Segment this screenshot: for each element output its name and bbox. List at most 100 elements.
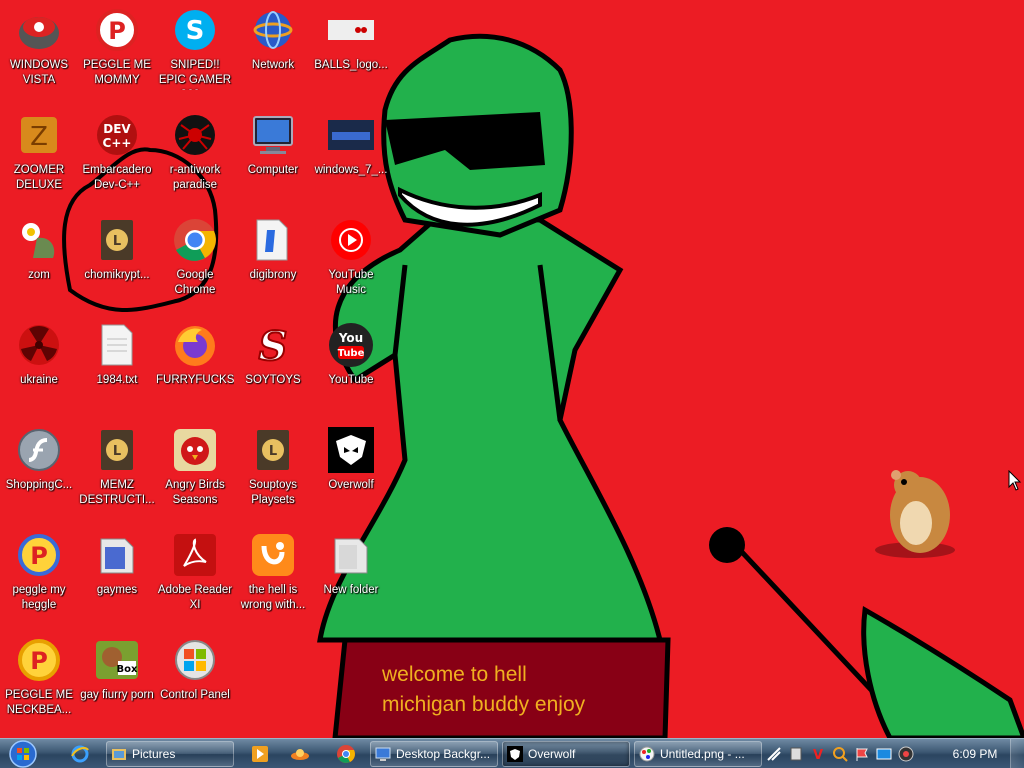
taskbar-button-untitled-png[interactable]: Untitled.png - ... — [634, 741, 762, 767]
desktop-icon-dev-cpp[interactable]: DEV C++ Embarcadero Dev-C++ — [78, 105, 156, 205]
taskbar-clock[interactable]: 6:09 PM — [944, 739, 1006, 768]
desktop-icon-gaymes[interactable]: gaymes — [78, 525, 156, 625]
device-icon[interactable] — [788, 746, 804, 762]
desktop-icon-network[interactable]: Network — [234, 0, 312, 100]
desktop-icon-label: chomikrypt... — [84, 269, 150, 281]
show-desktop-button[interactable] — [1010, 739, 1024, 768]
desktop-icon-label: Computer — [247, 164, 299, 176]
svg-text:You: You — [338, 331, 363, 345]
angry-birds-icon — [171, 426, 219, 474]
youtube-music-icon — [327, 216, 375, 264]
desktop-icon-label: Adobe Reader XI — [157, 584, 233, 611]
desktop-icon-gay-furry[interactable]: Box gay fiurry porn — [78, 630, 156, 730]
desktop-icon-memz[interactable]: L MEMZ DESTRUCTI... — [78, 420, 156, 520]
windows-orb-icon — [9, 740, 37, 768]
pictures-folder-icon — [112, 749, 126, 760]
spider-icon — [171, 111, 219, 159]
svg-text:L: L — [269, 444, 277, 459]
desktop-icon-google-chrome[interactable]: Google Chrome — [156, 210, 234, 310]
desktop-icon-furryfucks[interactable]: FURRYFUCKS — [156, 315, 234, 415]
desktop-icon-adobe-reader[interactable]: Adobe Reader XI — [156, 525, 234, 625]
taskbar-chrome[interactable] — [334, 742, 358, 766]
hamster-gadget[interactable] — [870, 455, 960, 565]
desktop-icon-soytoys[interactable]: S SOYTOYS — [234, 315, 312, 415]
desktop-icon-label: windows_7_... — [314, 164, 388, 176]
network-globe-icon — [249, 6, 297, 54]
network-icon[interactable] — [766, 746, 782, 762]
desktop-icon-peggle-me-mommy[interactable]: P PEGGLE ME MOMMY — [78, 0, 156, 100]
image-thumbnail-icon — [327, 111, 375, 159]
desktop-icon-souptoys[interactable]: L Souptoys Playsets — [234, 420, 312, 520]
desktop-icon-windows7[interactable]: windows_7_... — [312, 105, 390, 205]
desktop-icon-youtube[interactable]: You Tube YouTube — [312, 315, 390, 415]
taskbar-button-label: Desktop Backgr... — [396, 747, 491, 761]
desktop-icon-digibrony[interactable]: digibrony — [234, 210, 312, 310]
ufo-icon — [291, 749, 309, 760]
volume-icon[interactable] — [898, 746, 914, 762]
desktop-icon-shoppingc[interactable]: ShoppingC... — [0, 420, 78, 520]
desktop-icon-overwolf[interactable]: Overwolf — [312, 420, 390, 520]
svg-text:V: V — [813, 748, 823, 762]
desktop-icon-youtube-music[interactable]: YouTube Music — [312, 210, 390, 310]
plants-zombies-icon — [15, 216, 63, 264]
desktop-icon-label: WINDOWS VISTA — [9, 59, 69, 86]
desktop-icon-r-antiwork[interactable]: r-antiwork paradise — [156, 105, 234, 205]
desktop-icon-windows-vista[interactable]: WINDOWS VISTA — [0, 0, 78, 100]
image-thumbnail-icon — [327, 6, 375, 54]
flag-icon[interactable] — [854, 746, 870, 762]
antivirus-icon[interactable]: V — [810, 746, 826, 762]
desktop-icon-label: r-antiwork paradise — [169, 164, 221, 191]
desktop-icon-control-panel[interactable]: Control Panel — [156, 630, 234, 730]
desktop-icon-zoomer-deluxe[interactable]: Z ZOOMER DELUXE — [0, 105, 78, 205]
desktop-icon-ukraine[interactable]: ukraine — [0, 315, 78, 415]
desktop-icon-peggle-neckbeard[interactable]: P PEGGLE ME NECKBEA... — [0, 630, 78, 730]
desktop-icon-label: Overwolf — [328, 479, 374, 491]
taskbar-button-pictures[interactable]: Pictures — [106, 741, 234, 767]
desktop-icon-zom[interactable]: zom — [0, 210, 78, 310]
start-button[interactable] — [6, 739, 40, 768]
desktop-icon-label: Google Chrome — [174, 269, 216, 296]
desktop[interactable]: welcome to hell michigan buddy enjoy WIN… — [0, 0, 1024, 738]
s-logo-icon: S — [249, 321, 297, 369]
desktop-icon-angry-birds[interactable]: Angry Birds Seasons — [156, 420, 234, 520]
display-icon[interactable] — [876, 746, 892, 762]
svg-text:Box: Box — [117, 664, 138, 675]
desktop-icon-chomikrypt[interactable]: L chomikrypt... — [78, 210, 156, 310]
archive-l-icon: L — [93, 426, 141, 474]
svg-text:P: P — [108, 17, 126, 45]
adobe-reader-icon — [171, 531, 219, 579]
uc-browser-icon — [249, 531, 297, 579]
taskbar-button-overwolf[interactable]: Overwolf — [502, 741, 630, 767]
desktop-icon-label: Angry Birds Seasons — [165, 479, 225, 506]
desktop-background-icon — [375, 747, 391, 761]
search-icon[interactable] — [832, 746, 848, 762]
taskbar-internet-explorer[interactable] — [68, 742, 92, 766]
desktop-icon-balls-logo[interactable]: BALLS_logo... — [312, 0, 390, 100]
desktop-icon-label: Souptoys Playsets — [249, 479, 297, 506]
control-panel-icon — [171, 636, 219, 684]
desktop-icon-label: digibrony — [249, 269, 297, 281]
svg-text:Tube: Tube — [338, 348, 365, 359]
desktop-icon-new-folder[interactable]: New folder — [312, 525, 390, 625]
svg-text:C++: C++ — [103, 136, 132, 150]
desktop-icon-peggle-heggle[interactable]: P peggle my heggle — [0, 525, 78, 625]
desktop-icon-hell-wrong[interactable]: the hell is wrong with... — [234, 525, 312, 625]
desktop-icon-label: gaymes — [96, 584, 138, 596]
desktop-icon-label: Control Panel — [160, 689, 230, 701]
taskbar-ufo[interactable] — [288, 742, 312, 766]
svg-text:L: L — [113, 444, 121, 459]
taskbar-button-label: Overwolf — [528, 747, 576, 761]
desktop-icon-label: MEMZ DESTRUCTI... — [79, 479, 155, 506]
svg-text:Z: Z — [30, 122, 48, 152]
taskbar-button-desktop-background[interactable]: Desktop Backgr... — [370, 741, 498, 767]
desktop-icon-1984-txt[interactable]: 1984.txt — [78, 315, 156, 415]
text-file-icon — [93, 321, 141, 369]
desktop-icon-label: ukraine — [20, 374, 58, 386]
taskbar-media-player[interactable] — [248, 742, 272, 766]
desktop-icon-label: New folder — [323, 584, 379, 596]
desktop-icon-computer[interactable]: Computer — [234, 105, 312, 205]
desktop-icon-label: SOYTOYS — [245, 374, 301, 386]
devcpp-icon: DEV C++ — [93, 111, 141, 159]
desktop-icon-sniped[interactable]: S SNIPED!! EPIC GAMER 360... — [156, 0, 234, 100]
internet-explorer-icon — [71, 745, 89, 763]
